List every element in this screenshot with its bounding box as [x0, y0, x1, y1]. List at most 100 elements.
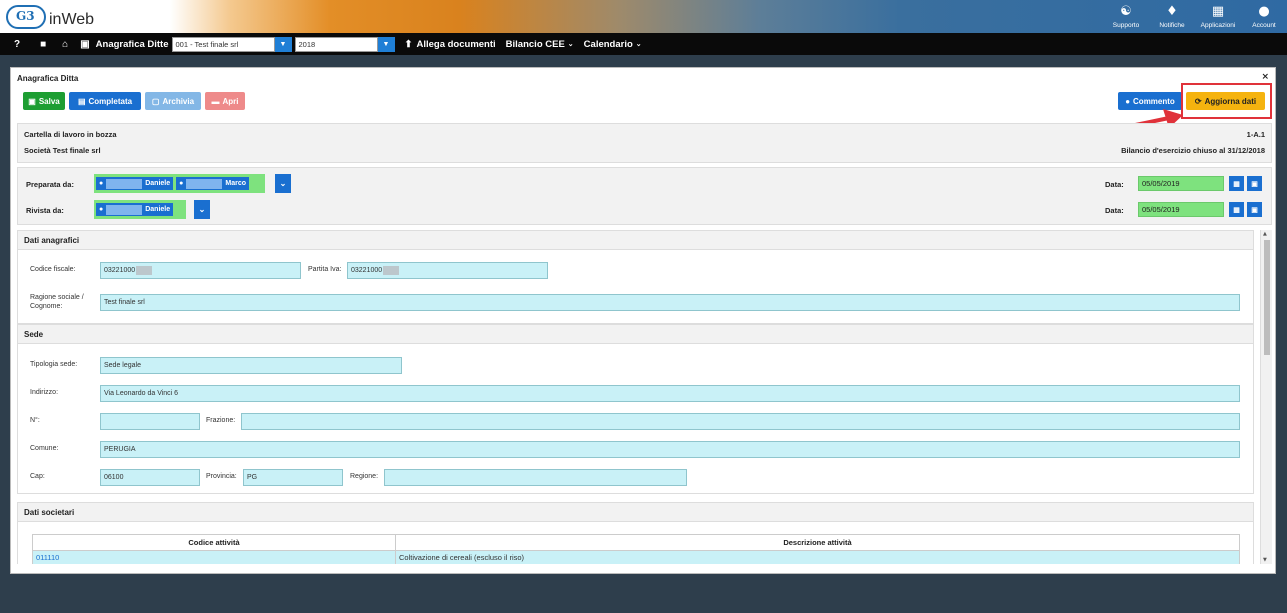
chevron-down-icon[interactable]: ▼	[377, 36, 395, 52]
user-chip[interactable]: ● Daniele	[96, 203, 174, 216]
anagrafica-ditte-link[interactable]: Anagrafica Ditte	[96, 39, 169, 50]
year-select[interactable]: 2018	[294, 36, 378, 52]
top-actions: ☯ Supporto ♦ Notifiche ▦ Applicazioni ● …	[1103, 0, 1287, 33]
clipboard-icon: ▤	[77, 96, 86, 106]
anagrafica-ditta-panel: Anagrafica Ditta × ▣ Salva ▤ Completata ▢ A…	[10, 67, 1276, 574]
panel-title: Anagrafica Ditta	[17, 74, 79, 83]
scrollbar-thumb[interactable]	[1264, 240, 1270, 355]
ditta-select[interactable]: 001 - Test finale srl	[171, 36, 275, 52]
scroll-down-icon[interactable]: ▼	[1263, 557, 1267, 563]
help-icon[interactable]: ?	[14, 39, 20, 50]
home-icon[interactable]: ⌂	[62, 39, 68, 50]
ragione-sociale-input[interactable]: Test finale srl	[100, 294, 1240, 311]
chevron-down-icon: ⌄	[635, 41, 642, 48]
archive-icon: ▢	[151, 96, 160, 106]
chevron-down-icon[interactable]: ▼	[274, 36, 292, 52]
user-icon: ●	[99, 206, 104, 213]
top-header: G3 inWeb ☯ Supporto ♦ Notifiche ▦ Applic…	[0, 0, 1287, 33]
preparata-users[interactable]: ● Daniele ● Marco	[94, 174, 265, 193]
cloud-logo-icon: G3	[6, 5, 46, 29]
completata-button[interactable]: ▤ Completata	[69, 92, 141, 110]
sede-header: Sede	[17, 324, 1254, 344]
dati-societari-body: Codice attività Descrizione attività 011…	[17, 522, 1254, 564]
salva-button[interactable]: ▣ Salva	[23, 92, 65, 110]
descrizione-attivita-cell[interactable]: Coltivazione di cereali (escluso il riso…	[395, 550, 1240, 564]
table-row[interactable]: 011110 Coltivazione di cereali (escluso …	[32, 550, 1240, 564]
indirizzo-input[interactable]: Via Leonardo da Vinci 6	[100, 385, 1240, 402]
provincia-input[interactable]: PG	[243, 469, 343, 486]
regione-input[interactable]	[384, 469, 687, 486]
video-icon[interactable]: ■	[40, 39, 46, 50]
dati-anagrafici-body: Codice fiscale: 03221000 Partita Iva: 03…	[17, 250, 1254, 324]
app-logo[interactable]: G3 inWeb	[6, 2, 136, 32]
building-icon: ▣	[80, 38, 90, 50]
user-chip[interactable]: ● Daniele	[96, 177, 174, 190]
regione-label: Regione:	[350, 473, 379, 480]
bell-icon: ♦	[1166, 3, 1178, 19]
company-text: Società Test finale srl	[24, 146, 101, 155]
chevron-down-icon[interactable]: ⌄	[194, 200, 210, 219]
provincia-label: Provincia:	[206, 473, 237, 480]
apri-button[interactable]: ▬ Apri	[205, 92, 245, 110]
calendario-menu[interactable]: Calendario ⌄	[584, 39, 642, 50]
grid-icon: ▦	[1211, 3, 1225, 19]
vertical-scrollbar[interactable]: ▲ ▼	[1260, 230, 1272, 564]
archivia-button[interactable]: ▢ Archivia	[145, 92, 201, 110]
partita-iva-input[interactable]: 03221000	[347, 262, 548, 279]
close-icon[interactable]: ×	[1261, 72, 1269, 82]
dati-anagrafici-header: Dati anagrafici	[17, 230, 1254, 250]
cap-input[interactable]: 06100	[100, 469, 200, 486]
codice-attivita-cell[interactable]: 011110	[32, 550, 396, 564]
descrizione-attivita-header: Descrizione attività	[395, 534, 1240, 551]
folder-icon: ▬	[211, 96, 220, 106]
code-text: 1-A.1	[1246, 130, 1265, 139]
preparata-date-input[interactable]: 05/05/2019	[1138, 176, 1224, 191]
notifications-button[interactable]: ♦ Notifiche	[1149, 0, 1195, 33]
chevron-down-icon: ⌄	[567, 41, 574, 48]
data-label: Data:	[1105, 206, 1124, 215]
rivista-users[interactable]: ● Daniele	[94, 200, 186, 219]
rivista-label: Rivista da:	[26, 206, 64, 215]
rivista-date-input[interactable]: 05/05/2019	[1138, 202, 1224, 217]
preparata-rivista-box: Preparata da: ● Daniele ● Marco ⌄ Rivista …	[17, 167, 1272, 225]
codice-fiscale-input[interactable]: 03221000	[100, 262, 301, 279]
codice-fiscale-label: Codice fiscale:	[30, 266, 76, 273]
user-icon: ●	[99, 180, 104, 187]
tipologia-sede-label: Tipologia sede:	[30, 361, 78, 368]
dati-societari-header: Dati societari	[17, 502, 1254, 522]
calendar-check-icon[interactable]: ▣	[1247, 176, 1262, 191]
account-button[interactable]: ● Account	[1241, 0, 1287, 33]
highlight-annotation	[1181, 83, 1272, 119]
comune-label: Comune:	[30, 445, 59, 452]
status-text: Cartella di lavoro in bozza	[24, 130, 117, 139]
frazione-input[interactable]	[241, 413, 1240, 430]
upload-icon: ⬆	[404, 38, 413, 50]
bilancio-text: Bilancio d'esercizio chiuso al 31/12/201…	[1121, 146, 1265, 155]
ragione-sociale-label: Ragione sociale / Cognome:	[30, 294, 84, 310]
save-icon: ▣	[28, 96, 36, 106]
user-circle-icon: ●	[1258, 3, 1270, 19]
support-button[interactable]: ☯ Supporto	[1103, 0, 1149, 33]
user-icon: ●	[179, 180, 184, 187]
allega-documenti-link[interactable]: ⬆ Allega documenti	[405, 39, 496, 50]
calendar-icon[interactable]: ▦	[1229, 176, 1244, 191]
redacted-name	[106, 204, 143, 215]
form-scroll-area[interactable]: Dati anagrafici Codice fiscale: 03221000…	[17, 230, 1272, 564]
calendar-icon[interactable]: ▦	[1229, 202, 1244, 217]
scroll-up-icon[interactable]: ▲	[1263, 231, 1267, 237]
redacted-value	[136, 266, 153, 275]
user-chip[interactable]: ● Marco	[176, 177, 249, 190]
codice-attivita-header: Codice attività	[32, 534, 396, 551]
chevron-down-icon[interactable]: ⌄	[275, 174, 291, 193]
bilancio-cee-menu[interactable]: Bilancio CEE ⌄	[506, 39, 574, 50]
calendar-check-icon[interactable]: ▣	[1247, 202, 1262, 217]
preparata-label: Preparata da:	[26, 180, 74, 189]
redacted-name	[106, 178, 143, 189]
brand-name: inWeb	[49, 11, 95, 28]
sede-body: Tipologia sede: Sede legale Indirizzo: V…	[17, 344, 1254, 494]
numero-input[interactable]	[100, 413, 200, 430]
headset-icon: ☯	[1120, 3, 1132, 19]
applications-button[interactable]: ▦ Applicazioni	[1195, 0, 1241, 33]
comune-input[interactable]: PERUGIA	[100, 441, 1240, 458]
tipologia-sede-input[interactable]: Sede legale	[100, 357, 402, 374]
